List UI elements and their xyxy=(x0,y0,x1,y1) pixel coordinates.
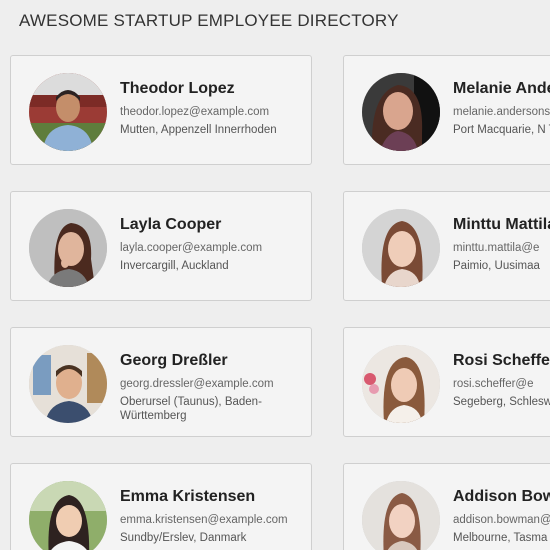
employee-card[interactable]: Emma Kristensen emma.kristensen@example.… xyxy=(10,463,312,550)
employee-location: Segeberg, Schlesw xyxy=(453,396,550,408)
employee-card[interactable]: Rosi Scheffer rosi.scheffer@e Segeberg, … xyxy=(343,327,550,437)
employee-name[interactable]: Addison Bowm xyxy=(453,487,550,507)
avatar xyxy=(29,481,107,550)
employee-name[interactable]: Theodor Lopez xyxy=(120,79,311,99)
avatar xyxy=(362,481,440,550)
employee-email: georg.dressler@example.com xyxy=(120,378,274,390)
employee-email: melanie.andersons xyxy=(453,106,550,118)
employee-name[interactable]: Georg Dreßler xyxy=(120,351,311,371)
employee-card[interactable]: Layla Cooper layla.cooper@example.com In… xyxy=(10,191,312,301)
employee-location: Invercargill, Auckland xyxy=(120,260,229,272)
avatar xyxy=(29,345,107,423)
avatar xyxy=(362,345,440,423)
employee-name[interactable]: Melanie Ande xyxy=(453,79,550,99)
employee-card[interactable]: Melanie Ande melanie.andersons Port Macq… xyxy=(343,55,550,165)
directory-page: AWESOME STARTUP EMPLOYEE DIRECTORY Theod… xyxy=(0,0,550,550)
employee-name[interactable]: Rosi Scheffer xyxy=(453,351,550,371)
employee-location: Sundby/Erslev, Danmark xyxy=(120,532,247,544)
employee-card[interactable]: Theodor Lopez theodor.lopez@example.com … xyxy=(10,55,312,165)
employee-card[interactable]: Georg Dreßler georg.dressler@example.com… xyxy=(10,327,312,437)
employee-email: addison.bowman@ xyxy=(453,514,550,526)
avatar xyxy=(29,73,107,151)
employee-location: Melbourne, Tasma xyxy=(453,532,548,544)
employee-email: rosi.scheffer@e xyxy=(453,378,534,390)
employee-location: Mutten, Appenzell Innerrhoden xyxy=(120,124,277,136)
employee-email: theodor.lopez@example.com xyxy=(120,106,270,118)
employee-email: emma.kristensen@example.com xyxy=(120,514,288,526)
employee-card[interactable]: Minttu Mattila minttu.mattila@e Paimio, … xyxy=(343,191,550,301)
employee-name[interactable]: Emma Kristensen xyxy=(120,487,311,507)
employee-location: Port Macquarie, N Territory xyxy=(453,124,550,136)
employee-name[interactable]: Minttu Mattila xyxy=(453,215,550,235)
employee-location: Paimio, Uusimaa xyxy=(453,260,540,272)
page-title: AWESOME STARTUP EMPLOYEE DIRECTORY xyxy=(19,11,399,30)
employee-card[interactable]: Addison Bowm addison.bowman@ Melbourne, … xyxy=(343,463,550,550)
avatar xyxy=(362,73,440,151)
avatar xyxy=(362,209,440,287)
employee-name[interactable]: Layla Cooper xyxy=(120,215,311,235)
employee-email: layla.cooper@example.com xyxy=(120,242,263,254)
employee-location: Oberursel (Taunus), Baden-Württemberg xyxy=(120,396,262,422)
employee-email: minttu.mattila@e xyxy=(453,242,540,254)
avatar xyxy=(29,209,107,287)
